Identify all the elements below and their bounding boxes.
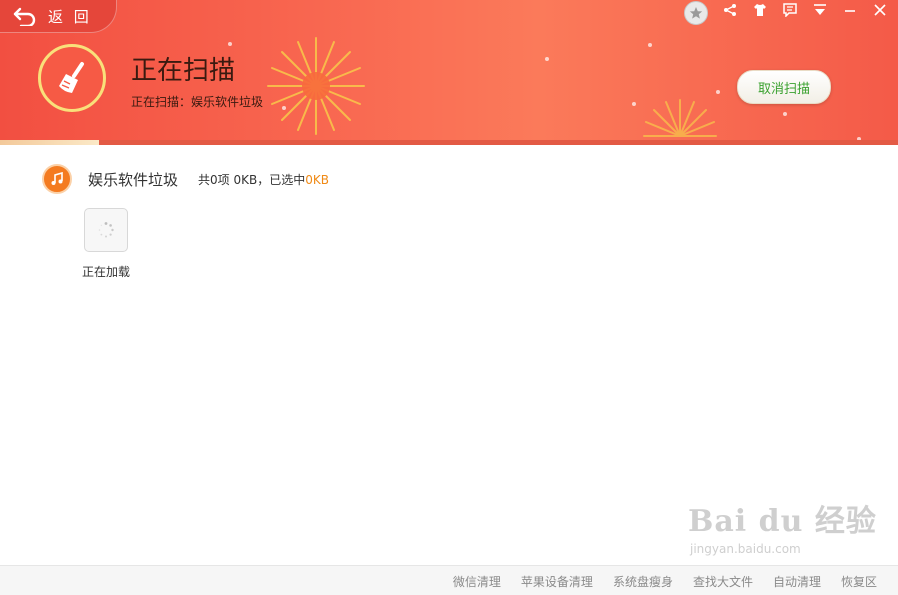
window-controls	[708, 0, 888, 20]
sparkle-decoration	[228, 42, 232, 46]
category-name: 娱乐软件垃圾	[88, 170, 179, 189]
message-icon[interactable]	[782, 2, 798, 18]
sparkle-decoration	[545, 57, 549, 61]
footer-link-wechat-clean[interactable]: 微信清理	[453, 573, 501, 590]
star-icon[interactable]	[684, 1, 708, 25]
back-button[interactable]: 返 回	[0, 0, 117, 33]
footer-link-restore-area[interactable]: 恢复区	[841, 573, 877, 590]
sparkle-decoration	[716, 90, 720, 94]
footer-links: 微信清理 苹果设备清理 系统盘瘦身 查找大文件 自动清理 恢复区	[433, 573, 877, 590]
scan-progress-fill	[0, 140, 99, 145]
loading-item	[84, 208, 128, 252]
category-stats: 共0项 0KB，已选中0KB	[198, 171, 329, 188]
footer-link-find-large-files[interactable]: 查找大文件	[693, 573, 753, 590]
watermark-sub: jingyan.baidu.com	[690, 542, 801, 556]
category-stats-text: 共0项 0KB，已选中	[198, 172, 306, 187]
scan-progress-bar	[0, 140, 898, 145]
fireworks-decoration	[267, 37, 365, 135]
close-icon[interactable]	[872, 2, 888, 18]
minimize-icon[interactable]	[842, 2, 858, 18]
footer-link-system-disk-slim[interactable]: 系统盘瘦身	[613, 573, 673, 590]
page-title: 正在扫描	[131, 56, 236, 86]
back-label: 返 回	[48, 7, 92, 26]
music-icon	[42, 164, 72, 194]
spinner-icon	[98, 222, 114, 238]
category-row[interactable]: 娱乐软件垃圾 共0项 0KB，已选中0KB	[42, 164, 329, 194]
fireworks-decoration	[643, 99, 717, 137]
sparkle-decoration	[632, 102, 636, 106]
loading-label: 正在加载	[82, 265, 131, 279]
watermark-main: Bai du 经验	[688, 504, 877, 539]
menu-icon[interactable]	[812, 2, 828, 18]
scan-header: 返 回 正在扫描 正在扫描：娱乐软件垃圾 取消扫描	[0, 0, 898, 145]
scan-status-text: 正在扫描：娱乐软件垃圾	[131, 95, 264, 109]
footer-bar: 微信清理 苹果设备清理 系统盘瘦身 查找大文件 自动清理 恢复区	[0, 565, 898, 595]
sparkle-decoration	[783, 112, 787, 116]
footer-link-auto-clean[interactable]: 自动清理	[773, 573, 821, 590]
broom-icon	[38, 44, 106, 112]
share-icon[interactable]	[722, 2, 738, 18]
sparkle-decoration	[648, 43, 652, 47]
cancel-scan-button[interactable]: 取消扫描	[737, 70, 831, 104]
shirt-icon[interactable]	[752, 2, 768, 18]
back-arrow-icon	[13, 7, 36, 26]
selected-size: 0KB	[305, 172, 329, 187]
baidu-watermark: Bai du 经验 jingyan.baidu.com	[688, 496, 877, 556]
footer-link-apple-device-clean[interactable]: 苹果设备清理	[521, 573, 593, 590]
